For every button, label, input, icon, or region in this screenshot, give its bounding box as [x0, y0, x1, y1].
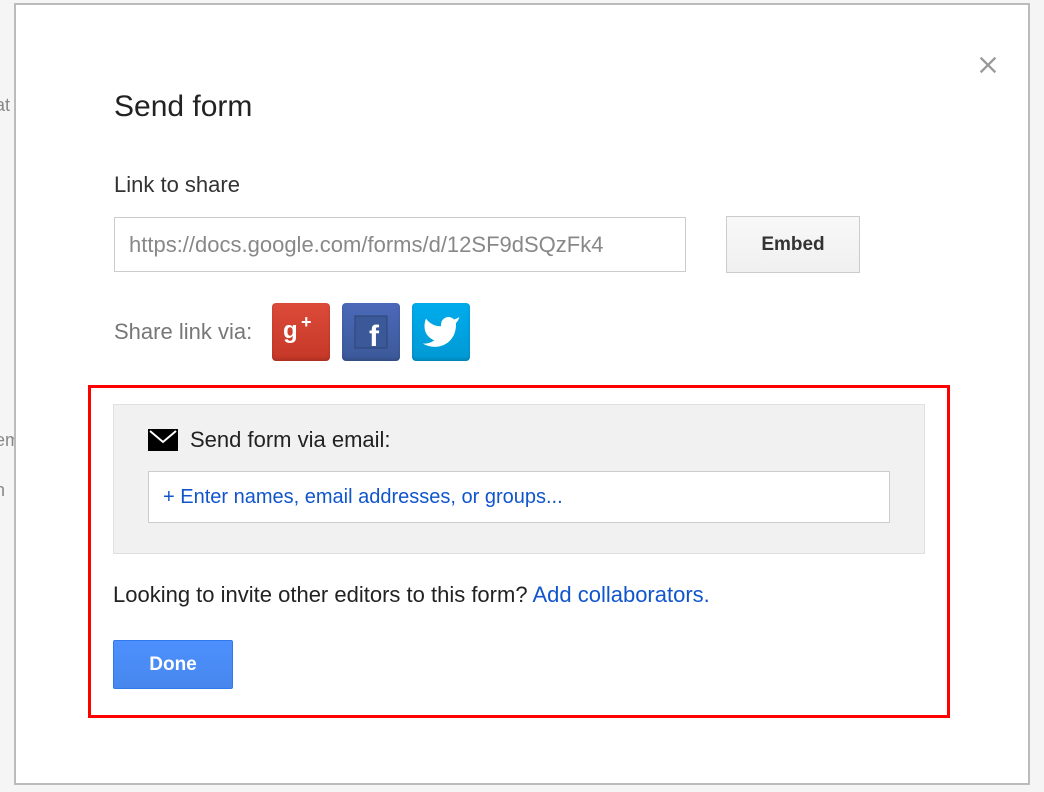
facebook-icon: f: [349, 310, 393, 354]
google-plus-icon: g +: [279, 310, 323, 354]
share-via-label: Share link via:: [114, 319, 252, 345]
link-row: Embed: [114, 216, 988, 273]
google-plus-share-button[interactable]: g +: [272, 303, 330, 361]
close-button[interactable]: [968, 45, 1008, 85]
email-label: Send form via email:: [190, 427, 391, 453]
done-button[interactable]: Done: [113, 640, 233, 689]
share-via-row: Share link via: g + f: [114, 303, 988, 361]
background-text: at: [0, 95, 10, 116]
email-header: Send form via email:: [148, 427, 890, 453]
invite-editors-text: Looking to invite other editors to this …: [113, 582, 925, 608]
highlighted-section: Send form via email: Looking to invite o…: [88, 385, 950, 718]
dialog-title: Send form: [114, 90, 988, 124]
facebook-share-button[interactable]: f: [342, 303, 400, 361]
share-link-input[interactable]: [114, 217, 686, 272]
twitter-icon: [421, 312, 461, 352]
background-text: n: [0, 480, 5, 501]
svg-text:g: g: [283, 317, 298, 344]
email-icon: [148, 429, 178, 451]
add-collaborators-link[interactable]: Add collaborators.: [532, 582, 709, 607]
email-panel: Send form via email:: [113, 404, 925, 554]
close-icon: [974, 51, 1002, 79]
twitter-share-button[interactable]: [412, 303, 470, 361]
email-recipients-input[interactable]: [148, 471, 890, 523]
send-form-dialog: Send form Link to share Embed Share link…: [14, 3, 1030, 785]
link-to-share-label: Link to share: [114, 172, 988, 198]
embed-button[interactable]: Embed: [726, 216, 860, 273]
invite-text-label: Looking to invite other editors to this …: [113, 582, 532, 607]
svg-text:f: f: [369, 320, 380, 353]
svg-text:+: +: [301, 312, 312, 332]
